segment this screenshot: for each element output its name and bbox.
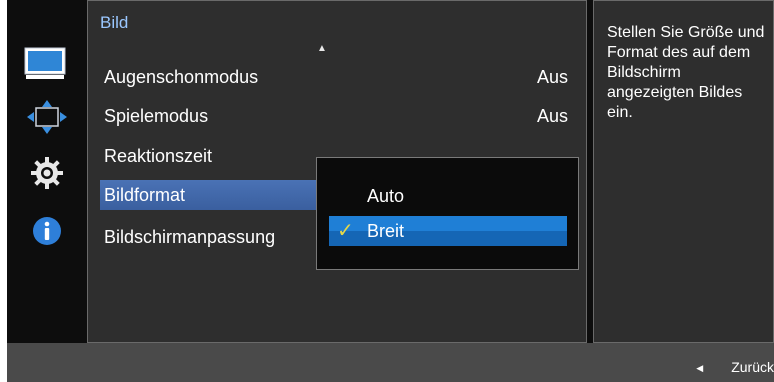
menu-title: Bild (100, 13, 129, 32)
move-arrows-icon[interactable] (27, 99, 67, 135)
dropdown-option-auto[interactable]: Auto (329, 181, 567, 211)
checkmark-icon: ✓ (337, 220, 354, 242)
menu-item-label: Bildformat (104, 185, 186, 205)
bottom-bar: ◀ Zurück (7, 343, 774, 382)
help-text: Stellen Sie Größe und Format des auf dem… (607, 24, 765, 121)
back-button[interactable]: ◀ Zurück (696, 359, 774, 375)
scroll-up-icon[interactable]: ▲ (317, 43, 327, 54)
menu-item-eye-saver[interactable]: Augenschonmodus Aus (100, 62, 580, 92)
menu-item-label: Reaktionszeit (104, 146, 213, 166)
help-panel: Stellen Sie Größe und Format des auf dem… (593, 0, 774, 343)
gear-icon[interactable] (27, 155, 67, 191)
menu-item-label: Augenschonmodus (104, 67, 259, 87)
menu-item-label: Spielemodus (104, 106, 209, 126)
menu-item-label: Bildschirmanpassung (104, 227, 276, 247)
menu-item-value: Aus (536, 106, 568, 126)
dropdown-option-label: Auto (367, 186, 405, 206)
picture-size-dropdown: Auto ✓ Breit (316, 157, 579, 270)
back-label: Zurück (731, 359, 774, 375)
dropdown-option-label: Breit (367, 221, 405, 241)
menu-item-picture-size[interactable]: Bildformat (100, 180, 318, 210)
menu-item-game-mode[interactable]: Spielemodus Aus (100, 101, 580, 131)
sidebar (7, 0, 87, 340)
dropdown-option-wide[interactable]: ✓ Breit (329, 216, 567, 246)
info-icon[interactable] (27, 213, 67, 249)
menu-item-value: Aus (536, 67, 568, 87)
monitor-icon[interactable] (21, 42, 69, 86)
left-arrow-icon: ◀ (696, 363, 704, 373)
